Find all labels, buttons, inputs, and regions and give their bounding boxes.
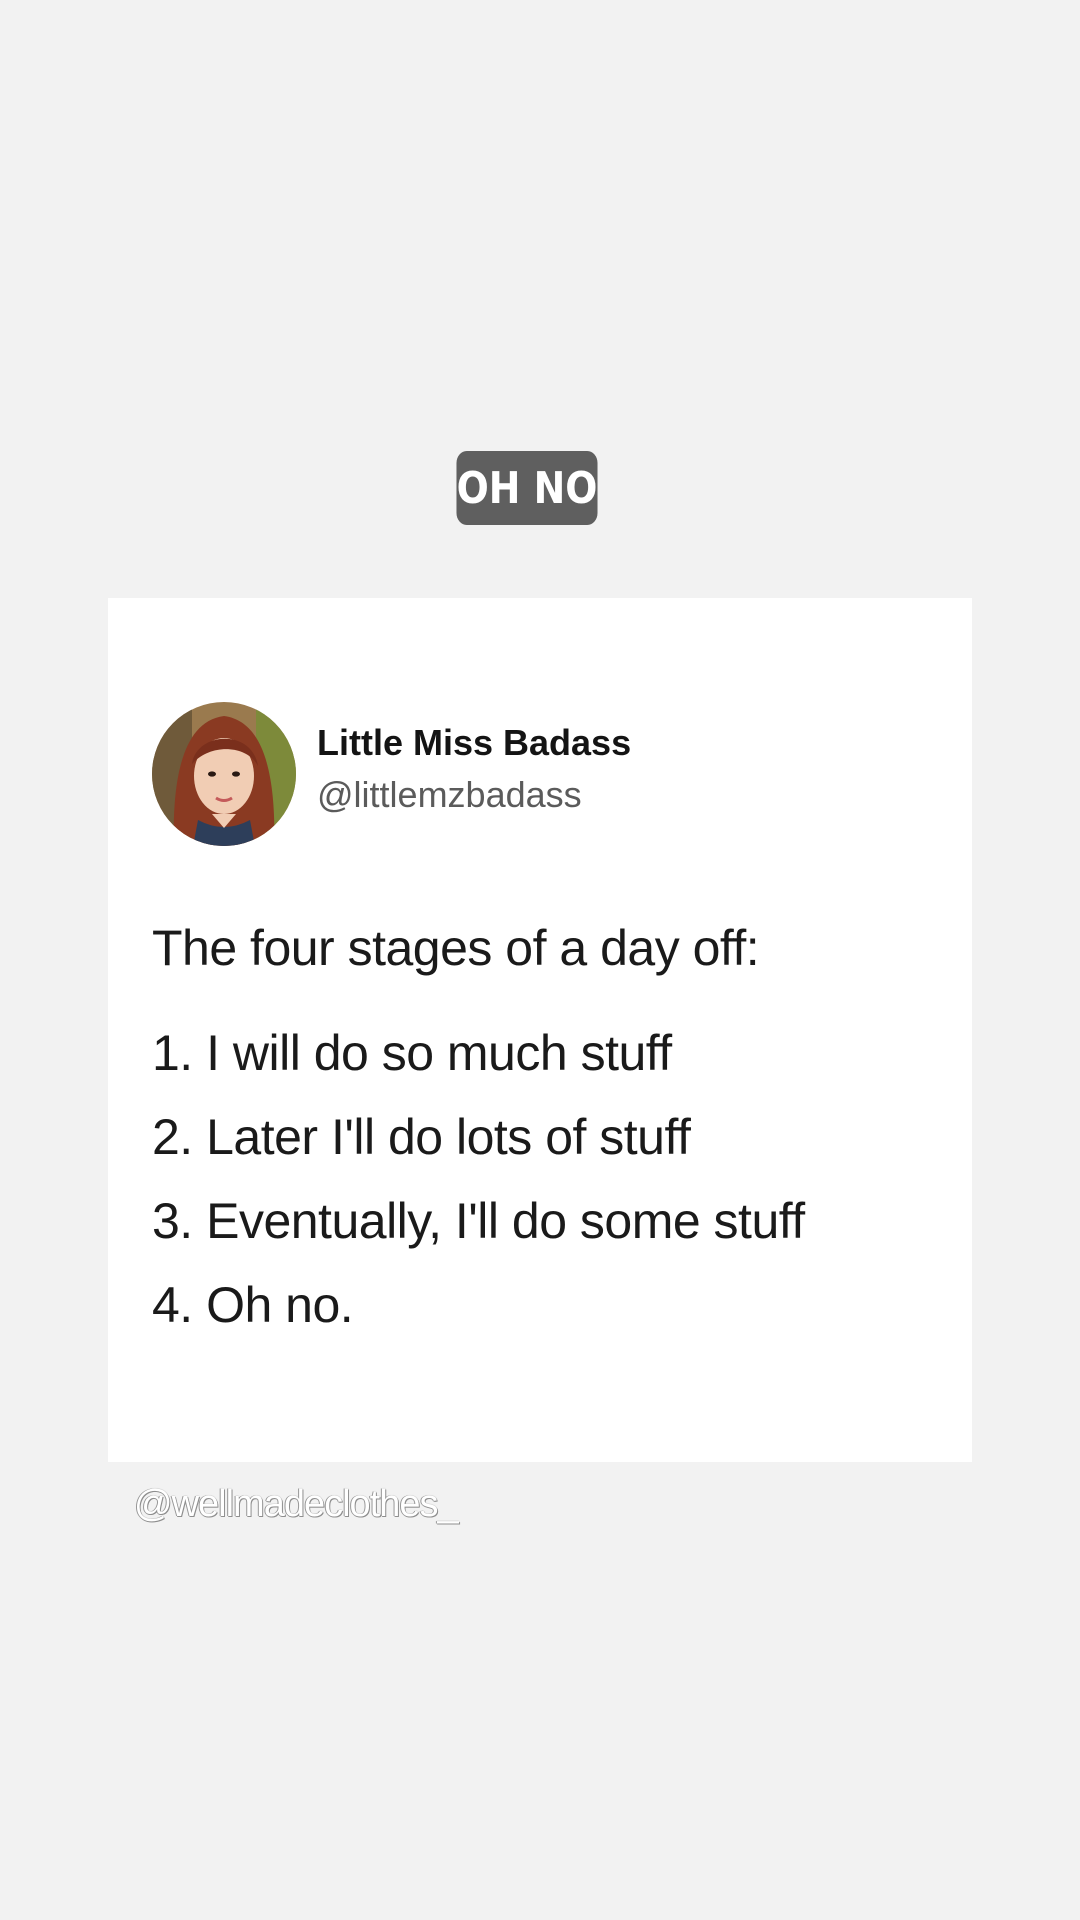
display-name: Little Miss Badass [317,722,632,763]
list-item: 4. Oh no. [152,1277,354,1333]
tweet-card: Little Miss Badass @littlemzbadass The f… [108,598,972,1462]
list-item: 3. Eventually, I'll do some stuff [152,1193,805,1249]
profile-photo-icon [152,702,296,846]
oh-no-sticker: OH NO [456,451,598,525]
user-handle: @littlemzbadass [317,774,582,815]
list-item: 1. I will do so much stuff [152,1025,672,1081]
tweet-text: The four stages of a day off: 1. I will … [152,906,952,1347]
avatar [152,702,296,846]
watermark-handle: @wellmadeclothes_ [134,1483,459,1525]
tweet-intro: The four stages of a day off: [152,920,760,976]
list-item: 2. Later I'll do lots of stuff [152,1109,691,1165]
